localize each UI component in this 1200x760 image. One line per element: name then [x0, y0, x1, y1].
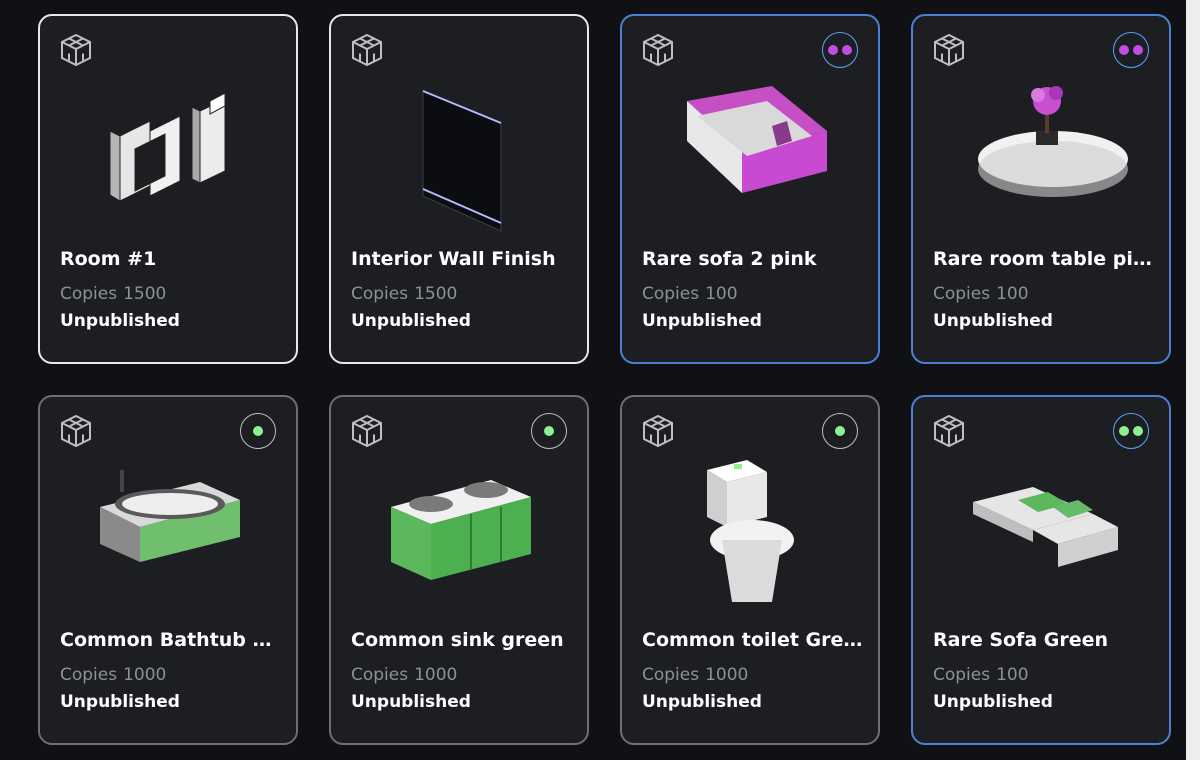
cube-icon: [352, 414, 382, 448]
publish-status: Unpublished: [642, 692, 762, 712]
cube-icon: [352, 33, 382, 67]
copies-count: Copies 1000: [60, 665, 167, 685]
cube-icon: [643, 33, 673, 67]
publish-status: Unpublished: [60, 692, 180, 712]
model-preview-table-pink: [943, 71, 1143, 236]
asset-card-rare-sofa-green[interactable]: Rare Sofa Green Copies 100 Unpublished: [911, 395, 1171, 745]
asset-card-rare-sofa-2-pink[interactable]: Rare sofa 2 pink Copies 100 Unpublished: [620, 14, 880, 364]
copies-count: Copies 1000: [642, 665, 749, 685]
model-preview-sofa-pink: [652, 71, 852, 236]
rarity-dot: [1119, 426, 1129, 436]
rarity-rare-badge: [1113, 413, 1149, 449]
cube-icon: [643, 414, 673, 448]
model-preview-wall: [361, 71, 561, 236]
cube-icon: [934, 414, 964, 448]
publish-status: Unpublished: [933, 692, 1053, 712]
card-title: Common Bathtub gr...: [60, 629, 285, 651]
cube-icon: [61, 33, 91, 67]
model-preview-room: [70, 71, 270, 236]
asset-card-room-1[interactable]: Room #1 Copies 1500 Unpublished: [38, 14, 298, 364]
rarity-dot: [1133, 426, 1143, 436]
copies-count: Copies 1500: [351, 284, 458, 304]
card-title: Rare sofa 2 pink: [642, 248, 817, 270]
card-title: Rare room table pink: [933, 248, 1158, 270]
publish-status: Unpublished: [351, 311, 471, 331]
copies-count: Copies 100: [642, 284, 738, 304]
card-title: Interior Wall Finish: [351, 248, 556, 270]
rarity-dot: [253, 426, 263, 436]
asset-card-common-sink-green[interactable]: Common sink green Copies 1000 Unpublished: [329, 395, 589, 745]
rarity-dot: [1119, 45, 1129, 55]
model-preview-sofa-green: [943, 452, 1143, 617]
copies-count: Copies 1500: [60, 284, 167, 304]
rarity-rare-badge: [822, 32, 858, 68]
cube-icon: [934, 33, 964, 67]
rarity-rare-badge: [1113, 32, 1149, 68]
model-preview-toilet: [652, 452, 852, 617]
copies-count: Copies 100: [933, 284, 1029, 304]
card-title: Common sink green: [351, 629, 564, 651]
copies-count: Copies 1000: [351, 665, 458, 685]
rarity-dot: [842, 45, 852, 55]
publish-status: Unpublished: [60, 311, 180, 331]
rarity-dot: [1133, 45, 1143, 55]
publish-status: Unpublished: [933, 311, 1053, 331]
rarity-dot: [828, 45, 838, 55]
asset-card-rare-room-table-pink[interactable]: Rare room table pink Copies 100 Unpublish…: [911, 14, 1171, 364]
publish-status: Unpublished: [642, 311, 762, 331]
right-edge-panel: [1186, 0, 1200, 760]
rarity-common-badge: [240, 413, 276, 449]
asset-card-common-toilet-green[interactable]: Common toilet Green Copies 1000 Unpublish…: [620, 395, 880, 745]
rarity-common-badge: [531, 413, 567, 449]
copies-count: Copies 100: [933, 665, 1029, 685]
card-title: Common toilet Green: [642, 629, 867, 651]
card-title: Room #1: [60, 248, 157, 270]
asset-card-common-bathtub-green[interactable]: Common Bathtub gr... Copies 1000 Unpublis…: [38, 395, 298, 745]
card-title: Rare Sofa Green: [933, 629, 1109, 651]
asset-grid: Room #1 Copies 1500 Unpublished Interior …: [0, 0, 1200, 760]
rarity-dot: [835, 426, 845, 436]
asset-card-interior-wall-finish[interactable]: Interior Wall Finish Copies 1500 Unpublis…: [329, 14, 589, 364]
rarity-common-badge: [822, 413, 858, 449]
cube-icon: [61, 414, 91, 448]
model-preview-bathtub: [70, 452, 270, 617]
model-preview-sink: [361, 452, 561, 617]
rarity-dot: [544, 426, 554, 436]
publish-status: Unpublished: [351, 692, 471, 712]
